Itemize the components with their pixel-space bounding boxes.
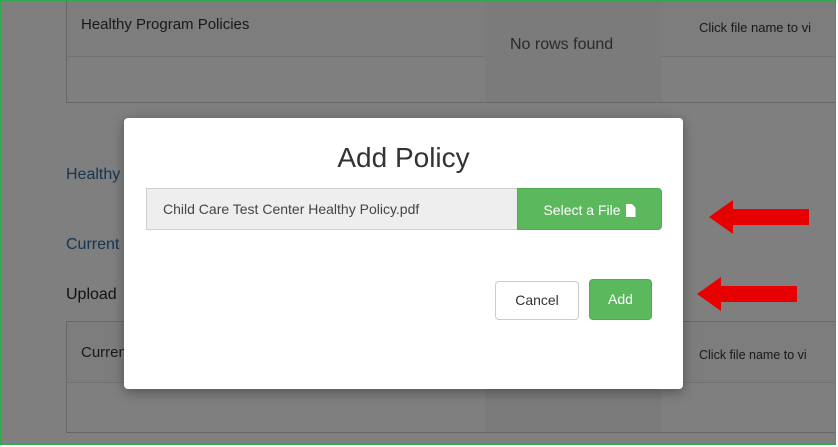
add-button[interactable]: Add: [589, 279, 652, 320]
dialog-title: Add Policy: [337, 142, 470, 173]
file-icon: [625, 204, 636, 217]
select-file-label: Select a File: [543, 202, 621, 218]
arrow-to-select-file-icon: [709, 200, 809, 234]
cancel-button[interactable]: Cancel: [495, 281, 579, 320]
add-policy-dialog: Add Policy Child Care Test Center Health…: [124, 118, 683, 389]
arrow-to-add-icon: [697, 277, 797, 311]
selected-file-field[interactable]: Child Care Test Center Healthy Policy.pd…: [146, 188, 518, 230]
screenshot-frame: Healthy Program Policies No rows found C…: [0, 0, 836, 445]
select-file-button[interactable]: Select a File: [517, 188, 662, 230]
